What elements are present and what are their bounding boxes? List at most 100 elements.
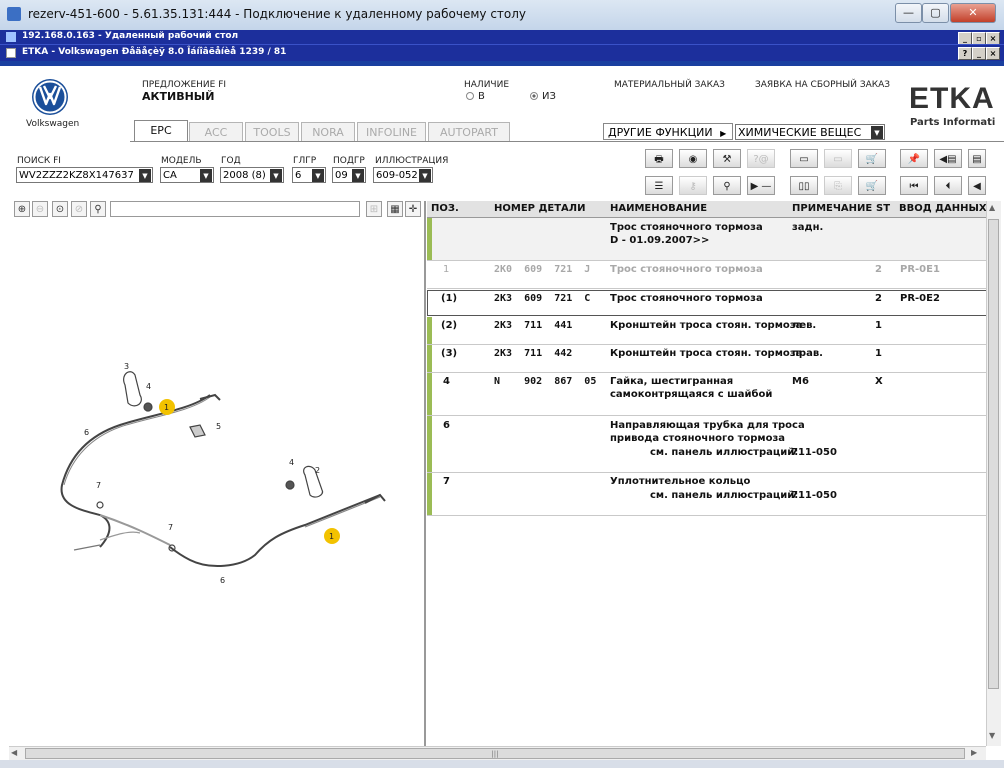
col-header-pos[interactable]: ПОЗ.: [431, 203, 459, 214]
col-header-st[interactable]: ST: [876, 203, 890, 214]
scroll-up-icon[interactable]: ▲: [989, 203, 995, 212]
sub-group-select[interactable]: 09 ▼: [332, 167, 366, 183]
tab-nora[interactable]: NORA: [301, 122, 355, 142]
other-functions-button[interactable]: ДРУГИЕ ФУНКЦИИ ▶: [603, 123, 733, 140]
table-row[interactable]: (3) 2K3 711 442 Кронштейн троса стоян. т…: [427, 345, 987, 373]
app-minimize-button[interactable]: _: [972, 47, 986, 60]
panel-splitter[interactable]: [424, 201, 426, 746]
scroll-left-icon[interactable]: ◀: [11, 748, 17, 757]
service-button[interactable]: ⚒: [713, 149, 741, 168]
bicycle-icon: ⚲: [723, 181, 731, 192]
scroll-down-icon[interactable]: ▼: [989, 731, 995, 740]
maximize-button[interactable]: ▢: [922, 3, 949, 23]
callout-1-a: 1: [164, 403, 169, 412]
illustration-select[interactable]: 609-052 ▼: [373, 167, 433, 183]
chevron-down-icon[interactable]: ▼: [419, 169, 431, 182]
resize-button[interactable]: ✛: [405, 201, 421, 217]
zoom-fit-button[interactable]: ⊙: [52, 201, 68, 217]
chevron-down-icon[interactable]: ▼: [200, 169, 212, 182]
tab-baseline: [130, 141, 1004, 142]
back-button[interactable]: ◀: [968, 176, 986, 195]
table-row[interactable]: (2) 2K3 711 441 Кронштейн троса стоян. т…: [427, 317, 987, 345]
illustration-search-input[interactable]: [110, 201, 360, 217]
magnifier-button[interactable]: ⚲: [90, 201, 106, 217]
material-order-link[interactable]: МАТЕРИАЛЬНЫЙ ЗАКАЗ: [614, 80, 725, 90]
copy-button[interactable]: ⎘: [824, 176, 852, 195]
main-group-select[interactable]: 6 ▼: [292, 167, 326, 183]
table-row-selected[interactable]: (1) 2K3 609 721 C Трос стояночного тормо…: [427, 290, 987, 316]
etka-logo: ETKA: [909, 82, 995, 115]
tab-epc[interactable]: EPC: [134, 120, 188, 142]
list-view-button[interactable]: ☰: [645, 176, 673, 195]
play-minus-button[interactable]: ▶ —: [747, 176, 775, 195]
chevron-down-icon[interactable]: ▼: [352, 169, 364, 182]
chevron-down-icon[interactable]: ▼: [312, 169, 324, 182]
tab-tools[interactable]: TOOLS: [245, 122, 299, 142]
catalog-button[interactable]: ◉: [679, 149, 707, 168]
cart-button[interactable]: 🛒: [858, 176, 886, 195]
row-panel-link[interactable]: 711-050: [791, 447, 837, 458]
chevron-down-icon[interactable]: ▼: [139, 169, 151, 182]
zoom-out-button[interactable]: ⊖: [32, 201, 48, 217]
table-row[interactable]: 6 Направляющая трубка для троса привода …: [427, 416, 987, 473]
scroll-right-icon[interactable]: ▶: [971, 748, 977, 757]
first-button[interactable]: ⏮: [900, 176, 928, 195]
model-select[interactable]: CA ▼: [160, 167, 214, 183]
zoom-area-button[interactable]: ⊘: [71, 201, 87, 217]
ground-strap: [73, 544, 101, 551]
close-button[interactable]: ✕: [950, 3, 996, 23]
avail-radio-iz[interactable]: [530, 92, 538, 100]
tab-acc[interactable]: ACC: [189, 122, 243, 142]
print-button[interactable]: 🖶: [645, 149, 673, 168]
pin-button[interactable]: 📌: [900, 149, 928, 168]
tab-infoline[interactable]: INFOLINE: [357, 122, 426, 142]
scroll-thumb[interactable]: [988, 219, 999, 689]
elsa-icon: ▭: [799, 154, 809, 165]
split-view-button[interactable]: ⊞: [366, 201, 382, 217]
col-header-input[interactable]: ВВОД ДАННЫХ П: [899, 203, 986, 214]
row-panel-link[interactable]: 711-050: [791, 490, 837, 501]
compare-button[interactable]: ▯▯: [790, 176, 818, 195]
table-row[interactable]: 7 Уплотнительное кольцо см. панель иллюс…: [427, 473, 987, 516]
table-row[interactable]: 4 N 902 867 05 Гайка, шестигранная самок…: [427, 373, 987, 416]
zoom-out-icon: ⊖: [35, 204, 45, 215]
chemical-select[interactable]: ХИМИЧЕСКИЕ ВЕЩЕС ▼: [735, 124, 885, 140]
erwin-button[interactable]: ▭: [824, 149, 852, 168]
prev-page-button[interactable]: ◀▤: [934, 149, 962, 168]
app-title: ETKA - Volkswagen Ðåäåçèÿ 8.0 Îáíîâëåíèå…: [22, 47, 287, 57]
heading-name: Трос стояночного тормоза: [610, 222, 763, 233]
layout-button[interactable]: ▦: [387, 201, 403, 217]
callout-2: 2: [315, 466, 320, 475]
tab-autopart[interactable]: AUTOPART: [428, 122, 510, 142]
row-st: 1: [875, 320, 882, 331]
seal-left: [96, 501, 104, 509]
previous-button[interactable]: ⏴: [934, 176, 962, 195]
cart-icon: 🛒: [865, 154, 879, 165]
elsa-button[interactable]: ▭: [790, 149, 818, 168]
key-button[interactable]: ⚷: [679, 176, 707, 195]
vehicle-button[interactable]: ⚲: [713, 176, 741, 195]
col-header-part[interactable]: НОМЕР ДЕТАЛИ: [494, 203, 585, 214]
horizontal-scrollbar[interactable]: ◀ ||| ▶: [9, 746, 986, 761]
zoom-in-button[interactable]: ⊕: [14, 201, 30, 217]
vertical-scrollbar[interactable]: ▲ ▼: [986, 201, 1001, 746]
help-button[interactable]: ?: [958, 47, 972, 60]
search-help-button[interactable]: ?@: [747, 149, 775, 168]
page-back-icon: ◀▤: [939, 154, 957, 165]
table-heading-row[interactable]: Трос стояночного тормоза D - 01.09.2007>…: [427, 218, 987, 261]
fi-search-input[interactable]: WV2ZZZ2KZ8X147637 ▼: [16, 167, 153, 183]
h-scroll-thumb[interactable]: |||: [25, 748, 965, 759]
cart-add-button[interactable]: 🛒: [858, 149, 886, 168]
year-select[interactable]: 2008 (8) ▼: [220, 167, 284, 183]
avail-radio-b[interactable]: [466, 92, 474, 100]
col-header-note[interactable]: ПРИМЕЧАНИЕ: [792, 203, 872, 214]
row-input: PR-0E2: [900, 293, 940, 304]
table-row[interactable]: 1 2K0 609 721 J Трос стояночного тормоза…: [427, 261, 987, 289]
assembly-order-link[interactable]: ЗАЯВКА НА СБОРНЫЙ ЗАКАЗ: [755, 80, 890, 90]
chevron-down-icon[interactable]: ▼: [270, 169, 282, 182]
next-page-button[interactable]: ▤: [968, 149, 986, 168]
col-header-name[interactable]: НАИМЕНОВАНИЕ: [610, 203, 707, 214]
minimize-button[interactable]: —: [895, 3, 922, 23]
app-close-button[interactable]: ×: [986, 47, 1000, 60]
header-separator: [0, 61, 1004, 66]
